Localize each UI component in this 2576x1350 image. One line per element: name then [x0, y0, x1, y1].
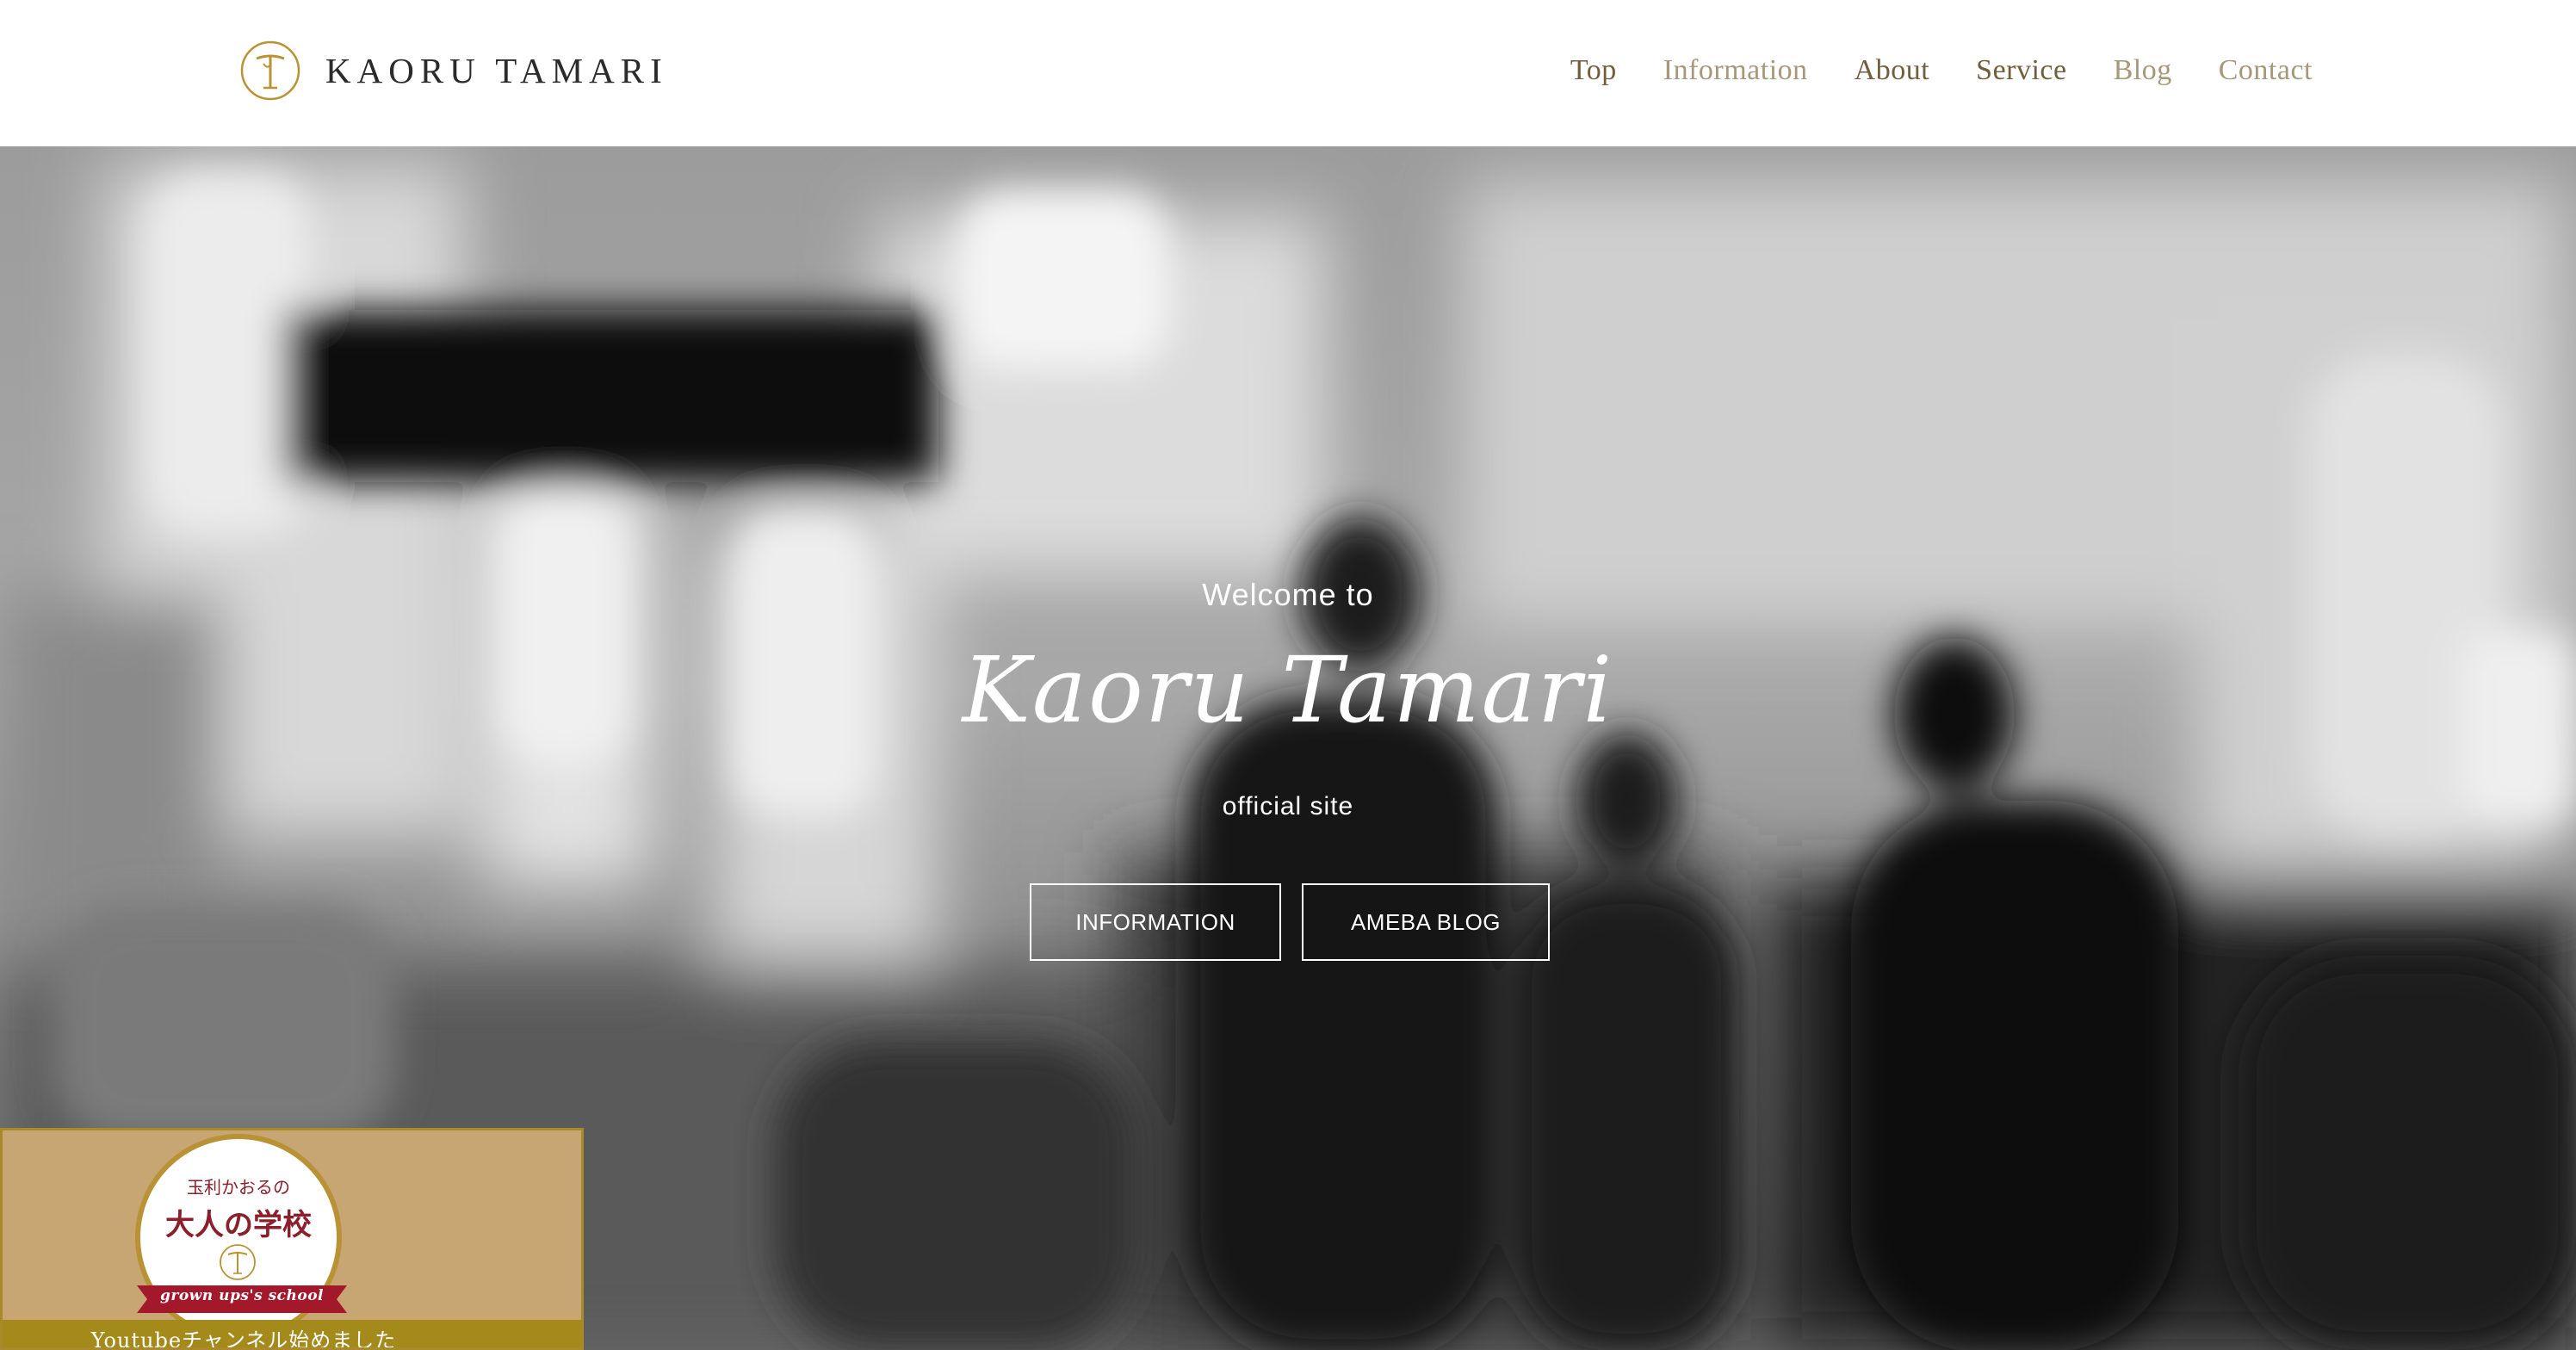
youtube-channel-banner[interactable]: 玉利かおるの 大人の学校 grown ups's school Youtubeチ… [0, 1128, 584, 1350]
banner-subtitle: 玉利かおるの [187, 1177, 290, 1198]
nav-item-service[interactable]: Service [1976, 54, 2066, 87]
main-nav: Top Information About Service Blog Conta… [1524, 43, 2313, 98]
nav-item-blog[interactable]: Blog [2114, 54, 2172, 87]
site-logo[interactable]: KAORU TAMARI [239, 38, 668, 103]
banner-footer-text: Youtubeチャンネル始めました [90, 1328, 397, 1350]
hero-subtitle: official site [1222, 792, 1354, 821]
hero-welcome-text: Welcome to [1202, 577, 1374, 612]
nav-item-contact[interactable]: Contact [2219, 54, 2313, 87]
nav-item-top[interactable]: Top [1570, 54, 1617, 87]
logo-text: KAORU TAMARI [325, 51, 668, 90]
information-button[interactable]: INFORMATION [1030, 883, 1281, 961]
site-header: KAORU TAMARI Top Information About Servi… [0, 0, 2576, 146]
ameba-blog-button[interactable]: AMEBA BLOG [1302, 883, 1550, 961]
banner-title: 大人の学校 [165, 1208, 312, 1242]
nav-item-information[interactable]: Information [1663, 54, 1808, 87]
hero-title: Kaoru Tamari [962, 637, 1614, 743]
nav-item-about[interactable]: About [1855, 54, 1930, 87]
banner-monogram-icon [220, 1244, 256, 1280]
logo-monogram-icon [240, 40, 300, 101]
banner-ribbon-text: grown ups's school [159, 1287, 325, 1304]
